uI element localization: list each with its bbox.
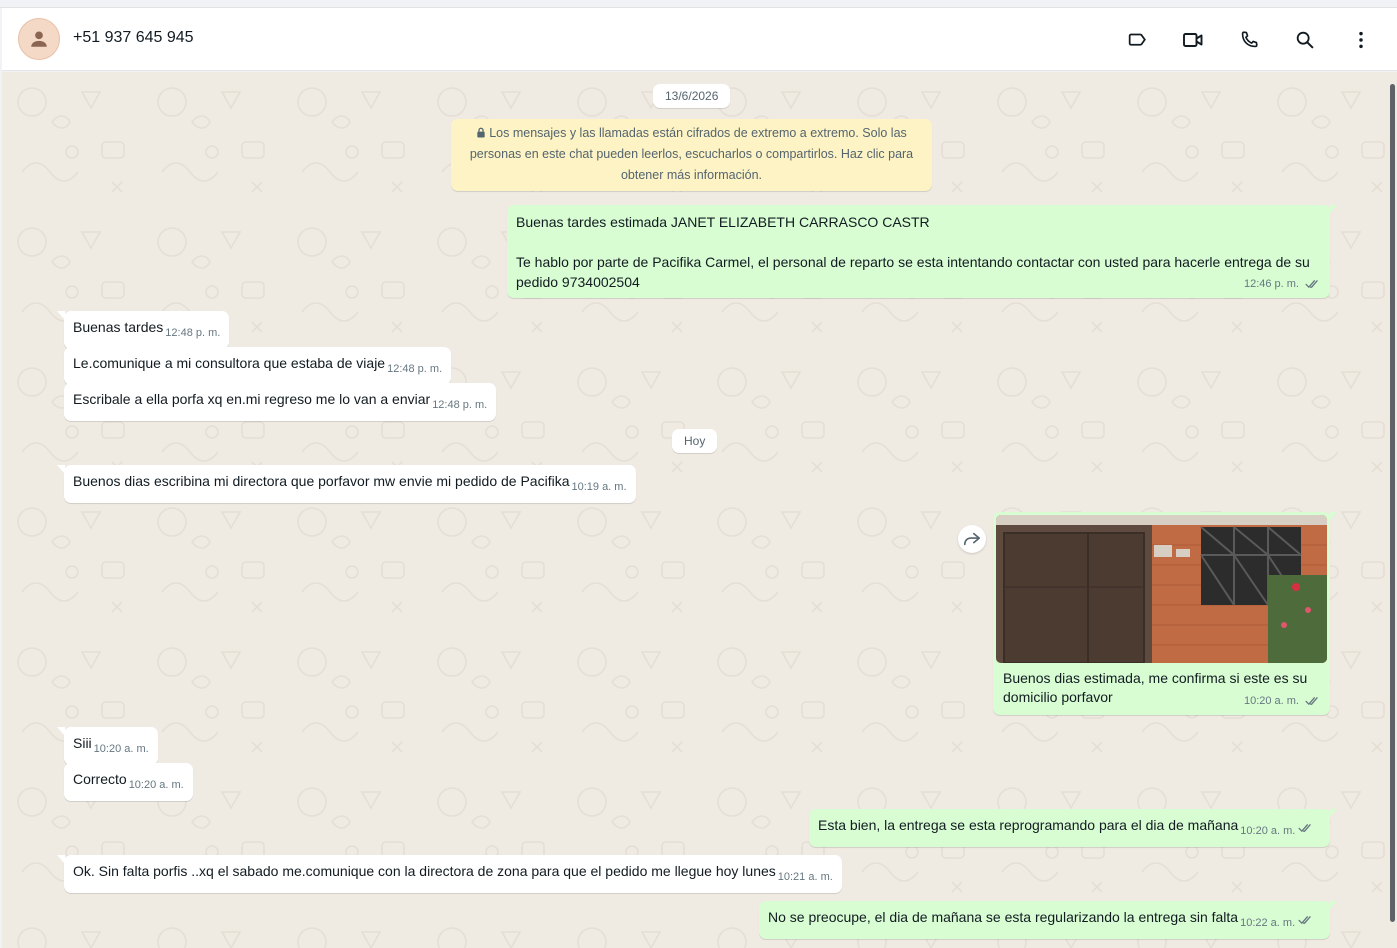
message-time: 12:46 p. m. (1243, 278, 1299, 290)
message-incoming[interactable]: Buenos dias escribina mi directora que p… (57, 465, 636, 503)
message-time: 10:20 a. m. (1240, 825, 1296, 837)
chat-header: +51 937 645 945 (2, 8, 1397, 71)
message-text: Ok. Sin falta porfis ..xq el sabado me.c… (73, 863, 776, 879)
avatar[interactable] (18, 18, 60, 60)
forward-icon (963, 532, 981, 546)
message-incoming[interactable]: Ok. Sin falta porfis ..xq el sabado me.c… (57, 855, 842, 893)
message-time: 10:20 a. m. (1243, 695, 1299, 707)
message-outgoing[interactable]: Buenas tardes estimada JANET ELIZABETH C… (507, 205, 1337, 298)
message-incoming[interactable]: Buenas tardes 12:48 p. m. (56, 311, 230, 349)
search-icon[interactable] (1291, 26, 1319, 54)
date-pill: Hoy (672, 429, 718, 453)
window-top-strip (0, 0, 1397, 8)
message-text: Correcto (73, 771, 127, 787)
message-time: 10:20 a. m. (128, 779, 184, 791)
message-text: No se preocupe, el dia de mañana se esta… (768, 909, 1239, 925)
message-time: 12:48 p. m. (432, 399, 488, 411)
message-incoming[interactable]: Correcto 10:20 a. m. (64, 763, 193, 801)
voice-call-icon[interactable] (1235, 26, 1263, 54)
encryption-notice-text: Los mensajes y las llamadas están cifrad… (469, 126, 914, 182)
message-text: Te hablo por parte de Pacifika Carmel, e… (516, 254, 1310, 270)
house-photo[interactable] (996, 515, 1327, 663)
message-incoming[interactable]: Escribale a ella porfa xq en.mi regreso … (64, 383, 497, 421)
message-text: Siii (73, 735, 92, 751)
message-text: Buenas tardes estimada JANET ELIZABETH C… (516, 214, 930, 230)
message-time: 10:20 a. m. (93, 743, 149, 755)
message-incoming[interactable]: Le.comunique a mi consultora que estaba … (64, 347, 452, 385)
message-time: 10:19 a. m. (571, 481, 627, 493)
message-text: Esta bien, la entrega se esta reprograma… (818, 817, 1239, 833)
date-pill: 13/6/2026 (653, 84, 731, 108)
video-call-icon[interactable] (1179, 26, 1207, 54)
read-ticks-icon (1298, 916, 1311, 925)
message-text: Buenos dias escribina mi directora que p… (73, 473, 570, 489)
message-time: 12:48 p. m. (387, 363, 443, 375)
message-text: Le.comunique a mi consultora que estaba … (73, 355, 386, 371)
image-caption: Buenos dias estimada, me confirma si est… (1003, 670, 1308, 686)
message-meta: 12:46 p. m. (1244, 274, 1320, 294)
read-ticks-icon (1305, 280, 1318, 289)
label-icon[interactable] (1123, 26, 1151, 54)
encryption-notice[interactable]: Los mensajes y las llamadas están cifrad… (451, 119, 932, 191)
message-incoming[interactable]: Siii 10:20 a. m. (57, 727, 158, 765)
message-text: pedido 9734002504 (516, 274, 640, 290)
message-time: 12:48 p. m. (165, 327, 221, 339)
lock-icon (477, 127, 485, 138)
message-time: 10:21 a. m. (777, 871, 833, 883)
message-text: Buenas tardes (73, 319, 164, 335)
contact-name[interactable]: +51 937 645 945 (73, 29, 194, 47)
forward-button[interactable] (958, 525, 986, 553)
menu-icon[interactable] (1347, 26, 1375, 54)
message-outgoing[interactable]: No se preocupe, el dia de mañana se esta… (759, 901, 1337, 939)
read-ticks-icon (1298, 824, 1312, 833)
message-meta: 10:20 a. m. (1244, 691, 1320, 711)
read-ticks-icon (1305, 697, 1318, 706)
message-text: Escribale a ella porfa xq en.mi regreso … (73, 391, 431, 407)
message-outgoing[interactable]: Esta bien, la entrega se esta reprograma… (809, 809, 1337, 847)
scrollbar[interactable] (1390, 84, 1395, 922)
person-icon (31, 31, 47, 47)
message-outgoing-image[interactable]: Buenos dias estimada, me confirma si est… (993, 512, 1337, 715)
message-time: 10:22 a. m. (1240, 917, 1296, 929)
